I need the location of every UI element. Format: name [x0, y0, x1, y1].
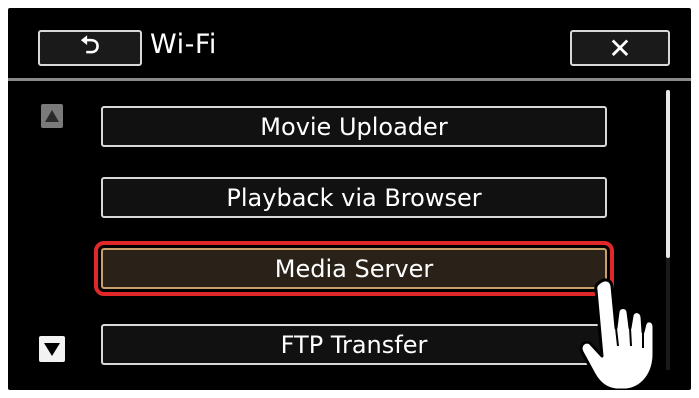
menu-item-label: Media Server: [274, 254, 434, 283]
scroll-down-button[interactable]: [39, 336, 65, 362]
scrollbar-thumb[interactable]: [666, 90, 670, 258]
menu-item-ftp-transfer[interactable]: FTP Transfer: [101, 324, 607, 365]
menu-item-label: FTP Transfer: [280, 330, 428, 359]
close-icon: ✕: [608, 31, 632, 65]
menu-item-media-server[interactable]: Media Server: [94, 241, 614, 296]
return-arrow-icon: ⮌: [80, 30, 100, 59]
camera-wifi-screen: ⮌ Wi-Fi ✕ Movie Uploader Playback via Br…: [8, 8, 691, 390]
scroll-up-button[interactable]: [41, 104, 63, 128]
header-bar: ⮌ Wi-Fi ✕: [8, 8, 691, 78]
menu-item-label: Movie Uploader: [260, 112, 448, 141]
menu-item-label: Playback via Browser: [226, 183, 482, 212]
close-button[interactable]: ✕: [570, 30, 670, 66]
menu-item-movie-uploader[interactable]: Movie Uploader: [101, 106, 607, 147]
scroll-up-arrow-icon: [45, 110, 59, 122]
header-divider: [8, 78, 691, 81]
tapping-hand-icon: [579, 278, 656, 390]
screen-title: Wi-Fi: [150, 29, 217, 60]
back-button[interactable]: ⮌: [38, 30, 142, 66]
scroll-down-arrow-icon: [44, 342, 60, 356]
menu-item-playback-via-browser[interactable]: Playback via Browser: [101, 177, 607, 218]
